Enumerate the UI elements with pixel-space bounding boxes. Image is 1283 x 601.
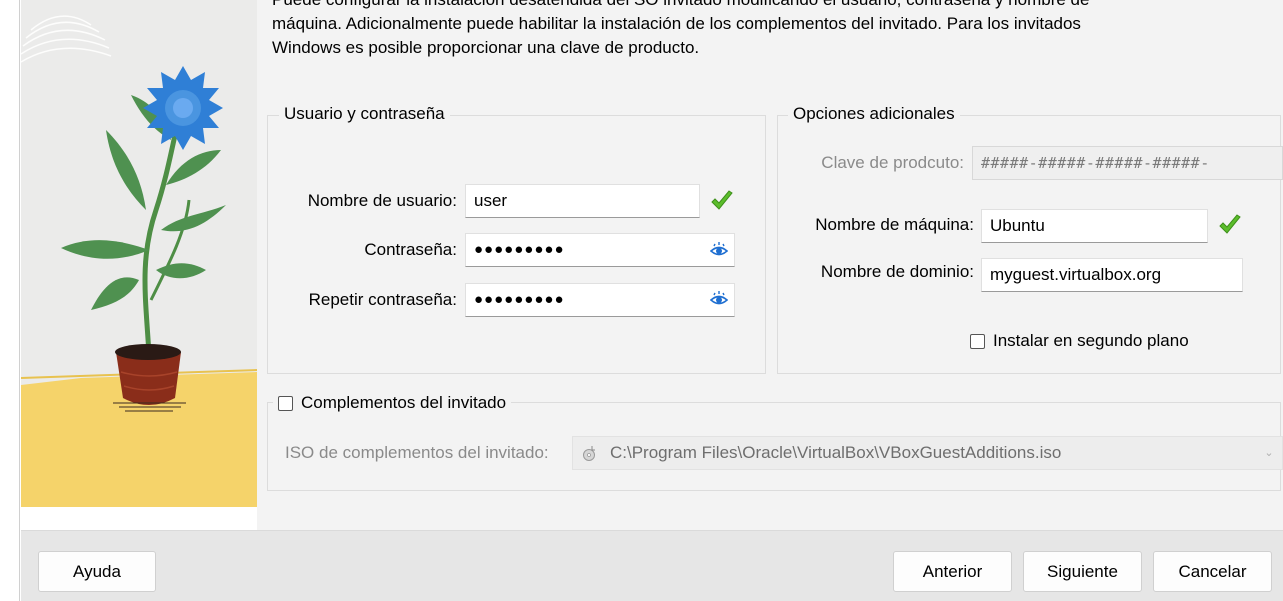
- show-repeat-password-eye-icon[interactable]: [710, 290, 728, 308]
- password-field[interactable]: ●●●●●●●●●: [465, 233, 735, 267]
- flower-pot-illustration: [21, 0, 257, 507]
- iso-label: ISO de complementos del invitado:: [285, 443, 549, 462]
- wizard-content: Puede configurar la instalación desatend…: [257, 0, 1283, 530]
- repeat-password-field[interactable]: ●●●●●●●●●: [465, 283, 735, 317]
- wizard-illustration: [21, 0, 257, 507]
- username-valid-check-icon: [711, 190, 733, 210]
- intro-line-2: máquina. Adicionalmente puede habilitar …: [272, 14, 1081, 33]
- hostname-valid-check-icon: [1219, 214, 1241, 234]
- back-button[interactable]: Anterior: [893, 551, 1012, 592]
- show-password-eye-icon[interactable]: [710, 241, 728, 259]
- guest-additions-checkbox[interactable]: [278, 395, 293, 411]
- user-password-group-title: Usuario y contraseña: [279, 104, 450, 124]
- intro-line-3: Windows es posible proporcionar una clav…: [272, 38, 700, 57]
- domain-label: Nombre de dominio:: [820, 262, 974, 281]
- product-key-field: #####-#####-#####-#####-: [972, 146, 1283, 180]
- intro-line-1: Puede configurar la instalación desatend…: [272, 0, 1152, 12]
- hostname-field[interactable]: Ubuntu: [981, 209, 1208, 243]
- iso-path-value: C:\Program Files\Oracle\VirtualBox\VBoxG…: [610, 443, 1062, 462]
- repeat-password-label: Repetir contraseña:: [308, 290, 457, 309]
- guest-additions-toggle[interactable]: Complementos del invitado: [273, 393, 512, 413]
- password-label: Contraseña:: [364, 240, 457, 259]
- install-background-option[interactable]: Instalar en segundo plano: [970, 331, 1189, 351]
- additional-options-group-title: Opciones adicionales: [788, 104, 960, 124]
- intro-text: Puede configurar la instalación desatend…: [272, 0, 1152, 60]
- install-background-checkbox[interactable]: [970, 333, 985, 349]
- chevron-down-icon: ⌄: [1264, 447, 1274, 459]
- iso-path-select: C:\Program Files\Oracle\VirtualBox\VBoxG…: [572, 436, 1283, 470]
- guest-additions-title: Complementos del invitado: [301, 393, 507, 412]
- window-left-edge: [0, 0, 21, 601]
- username-field[interactable]: user: [465, 184, 700, 218]
- help-button[interactable]: Ayuda: [38, 551, 156, 592]
- next-button[interactable]: Siguiente: [1023, 551, 1142, 592]
- disc-icon: [583, 446, 595, 461]
- hostname-label: Nombre de máquina:: [815, 215, 974, 234]
- cancel-button[interactable]: Cancelar: [1153, 551, 1272, 592]
- wizard-footer: Ayuda Anterior Siguiente Cancelar: [21, 530, 1283, 601]
- username-label: Nombre de usuario:: [307, 191, 457, 210]
- install-background-label: Instalar en segundo plano: [993, 331, 1189, 350]
- product-key-label: Clave de prodcuto:: [821, 153, 964, 172]
- domain-field[interactable]: myguest.virtualbox.org: [981, 258, 1243, 292]
